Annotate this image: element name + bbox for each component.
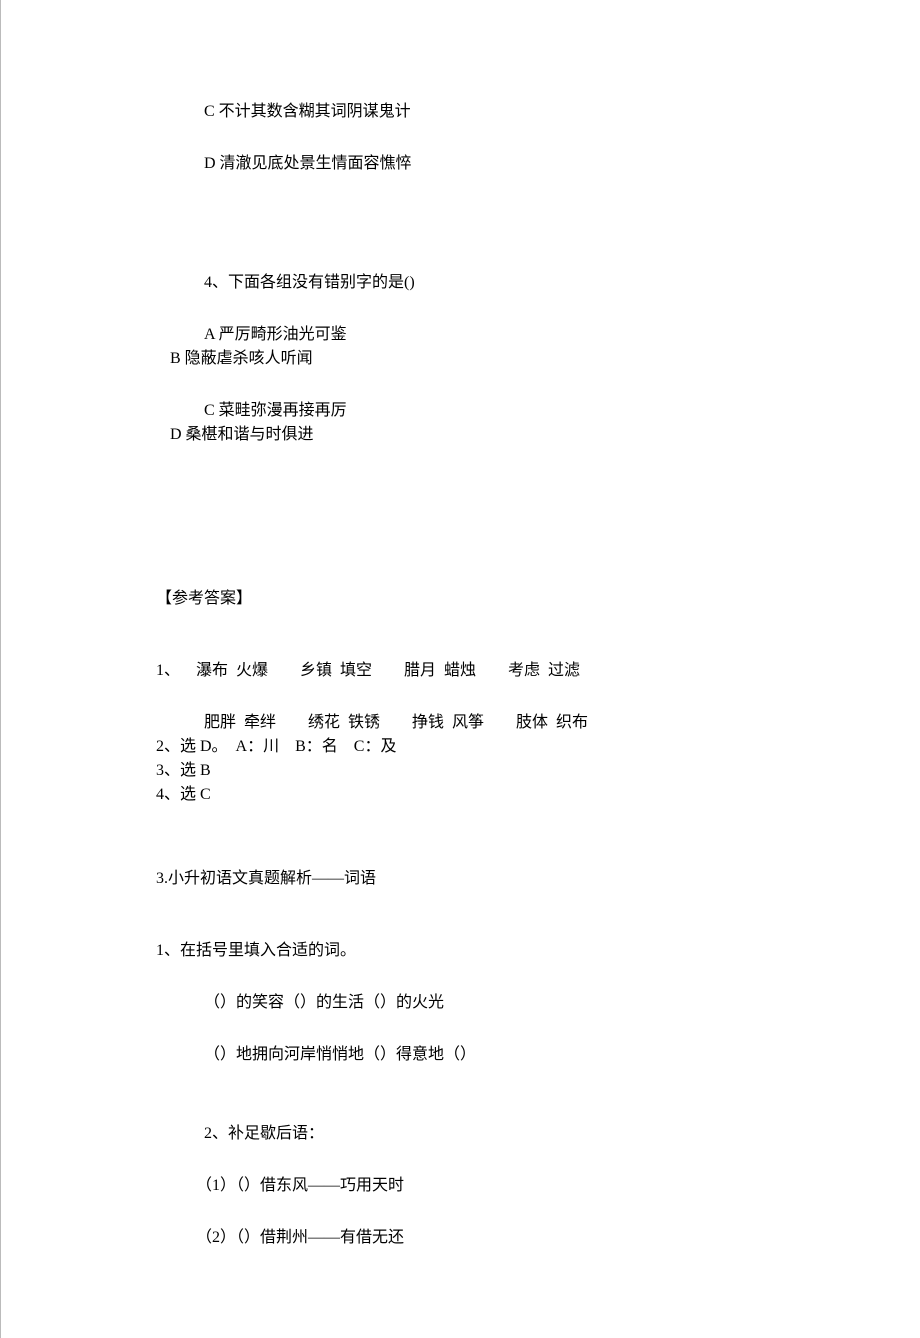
answer-2: 2、选 D。 A：川 B：名 C：及 xyxy=(156,735,780,759)
section3-title: 3.小升初语文真题解析——词语 xyxy=(156,867,780,891)
question4-option-b: B 隐蔽虐杀咳人听闻 xyxy=(156,347,780,371)
section3-q2-stem: 2、补足歇后语： xyxy=(156,1122,780,1146)
question3-option-d: D 清澈见底处景生情面容憔悴 xyxy=(156,152,780,176)
answer-1-line2: 肥胖 牵绊 绣花 铁锈 挣钱 风筝 肢体 织布 xyxy=(156,711,780,735)
section3-q1-line2: （）地拥向河岸悄悄地（）得意地（） xyxy=(156,1043,780,1067)
section3-q2-item2: （2）（）借荆州——有借无还 xyxy=(156,1226,780,1250)
section3-q1-stem: 1、在括号里填入合适的词。 xyxy=(156,939,780,963)
answer-3: 3、选 B xyxy=(156,759,780,783)
answer-header: 【参考答案】 xyxy=(156,587,780,611)
question4-option-d: D 桑椹和谐与时俱进 xyxy=(156,423,780,447)
question3-option-c: C 不计其数含糊其词阴谋鬼计 xyxy=(156,100,780,124)
section3-q2-item1: （1）（）借东风——巧用天时 xyxy=(156,1174,780,1198)
question4-option-a: A 严厉畸形油光可鉴 xyxy=(156,323,780,347)
section3-q1-line1: （）的笑容（）的生活（）的火光 xyxy=(156,991,780,1015)
answer-1-line1: 1、 瀑布 火爆 乡镇 填空 腊月 蜡烛 考虑 过滤 xyxy=(156,659,780,683)
answer-4: 4、选 C xyxy=(156,783,780,807)
question4-option-c: C 菜畦弥漫再接再厉 xyxy=(156,399,780,423)
question4-stem: 4、下面各组没有错别字的是() xyxy=(156,271,780,295)
